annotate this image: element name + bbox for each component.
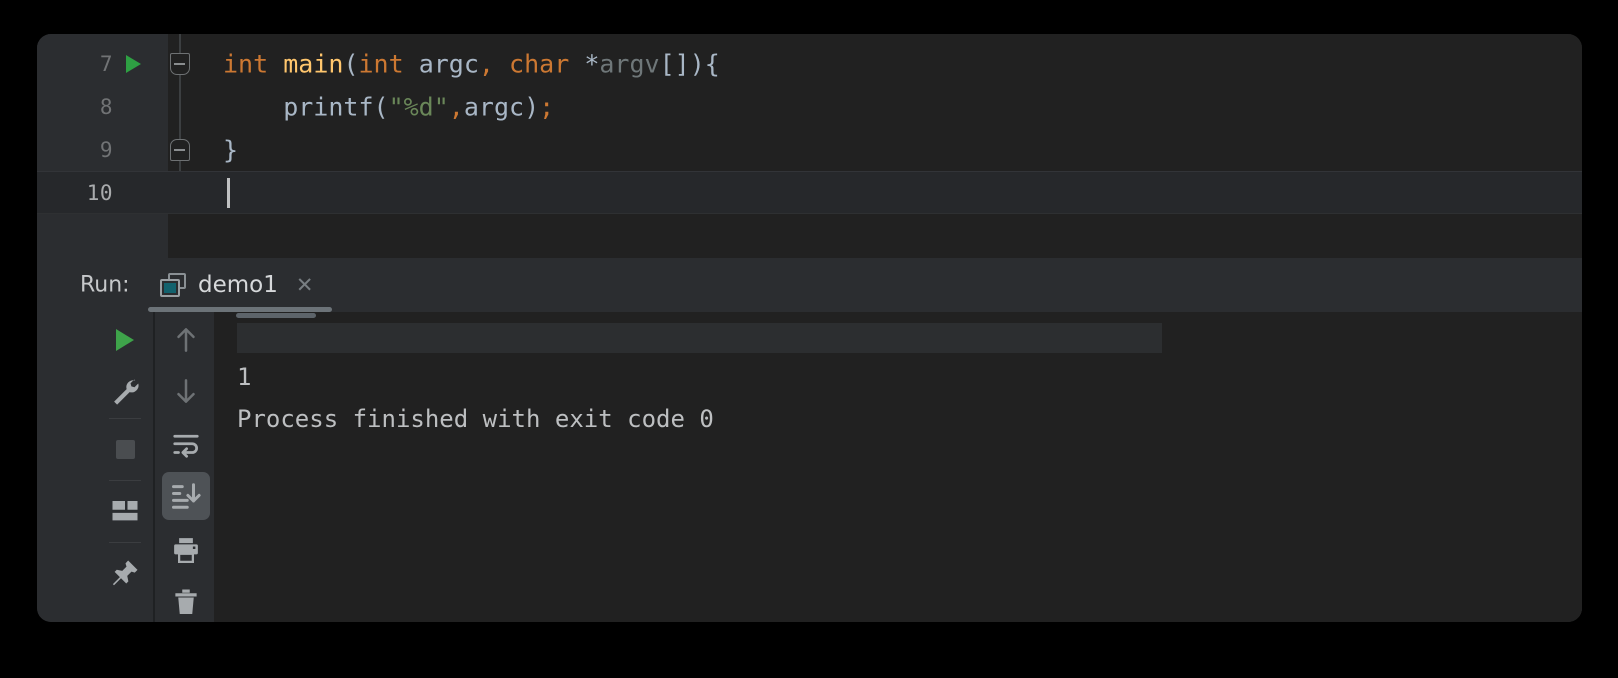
code-text-line-8: printf("%d",argc); (223, 92, 554, 121)
close-icon[interactable]: ✕ (296, 274, 314, 296)
console-program-output: 1 (237, 363, 252, 391)
layout-icon (110, 496, 140, 526)
console-horizontal-scrollbar[interactable] (236, 313, 316, 318)
up-button[interactable] (162, 316, 210, 364)
toolbar-separator (109, 418, 141, 419)
code-editor[interactable]: 7 int main(int argc, char *argv[]){8 prin… (37, 34, 1582, 214)
stop-icon (115, 439, 135, 459)
clear-all-button[interactable] (162, 578, 210, 622)
code-token: ; (539, 92, 555, 121)
scroll-to-end-icon (171, 481, 201, 511)
code-line-8[interactable]: 8 printf("%d",argc); (37, 85, 1582, 128)
print-icon (171, 535, 201, 565)
ide-window: 7 int main(int argc, char *argv[]){8 prin… (37, 34, 1582, 622)
run-tool-window: Run: demo1 ✕ 1 Process finished with exi… (37, 258, 1582, 622)
run-label: Run: (80, 272, 130, 298)
code-token: []){ (659, 49, 720, 78)
text-caret (227, 177, 230, 208)
soft-wrap-icon (171, 430, 201, 460)
trash-icon (171, 587, 201, 617)
arrow-up-icon (171, 325, 201, 355)
code-token: * (569, 49, 600, 78)
code-token: "%d" (388, 92, 449, 121)
line-number-7: 7 (99, 51, 113, 76)
edit-configuration-button[interactable] (101, 367, 149, 415)
down-button[interactable] (162, 367, 210, 415)
code-token: int (223, 49, 284, 78)
code-text-line-7: int main(int argc, char *argv[]){ (223, 49, 720, 78)
run-gutter-icon[interactable] (126, 54, 141, 73)
code-token: argc (403, 49, 479, 78)
code-line-9[interactable]: 9} (37, 128, 1582, 171)
line-number-8: 8 (99, 94, 113, 119)
pin-icon (110, 558, 140, 588)
rerun-button[interactable] (101, 316, 149, 364)
code-line-10[interactable]: 10 (37, 171, 1582, 214)
code-token: printf( (223, 92, 389, 121)
code-token: } (223, 135, 239, 164)
run-tab-demo1[interactable]: demo1 ✕ (148, 258, 325, 312)
pin-tab-button[interactable] (101, 549, 149, 597)
print-button[interactable] (162, 526, 210, 574)
scroll-to-end-button[interactable] (162, 472, 210, 520)
restore-layout-button[interactable] (101, 487, 149, 535)
code-token: argv (599, 49, 660, 78)
toolbar-divider (154, 312, 155, 622)
code-text-line-9: } (223, 135, 238, 164)
code-token: int (358, 49, 404, 78)
line-number-9: 9 (99, 137, 113, 162)
wrench-icon (110, 376, 140, 406)
stop-button (101, 425, 149, 473)
code-token: char (509, 49, 570, 78)
console-output[interactable]: 1 Process finished with exit code 0 (214, 312, 1582, 622)
code-token: argc) (463, 92, 540, 121)
code-token: , (478, 49, 494, 78)
code-fold-top-icon[interactable] (170, 52, 190, 75)
soft-wrap-button[interactable] (162, 421, 210, 469)
line-number-10: 10 (86, 180, 113, 205)
play-icon (116, 329, 134, 351)
code-line-7[interactable]: 7 int main(int argc, char *argv[]){ (37, 42, 1582, 85)
run-toolbar-left (97, 312, 154, 622)
code-token: , (448, 92, 464, 121)
run-toolbar-right (158, 312, 214, 622)
console-exit-message: Process finished with exit code 0 (237, 405, 714, 433)
toolbar-separator (109, 480, 141, 481)
code-token: main (283, 49, 344, 78)
console-redacted-command-line (237, 323, 1162, 353)
toolbar-separator (109, 542, 141, 543)
console-icon (160, 273, 186, 297)
arrow-down-icon (171, 376, 201, 406)
run-tab-label: demo1 (198, 272, 278, 298)
code-fold-bottom-icon[interactable] (170, 138, 190, 161)
run-tool-window-header: Run: demo1 ✕ (37, 258, 1582, 312)
code-token: ( (343, 49, 359, 78)
editor-gutter-gap (37, 214, 168, 259)
editor-bottom-gap (37, 213, 1582, 259)
